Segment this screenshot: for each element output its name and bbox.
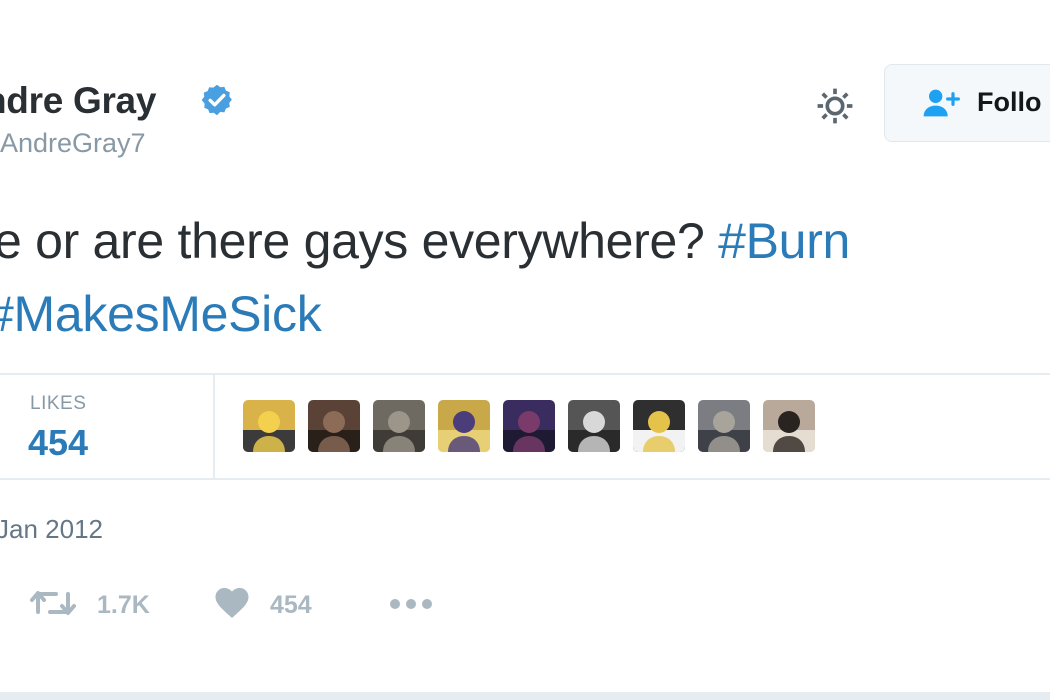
divider (0, 373, 1050, 375)
liker-avatar[interactable] (763, 400, 815, 452)
avatar-image (763, 400, 815, 452)
divider (0, 478, 1050, 480)
tweet-text: e or are there gays everywhere? (0, 213, 719, 269)
like-count: 454 (270, 591, 312, 619)
liker-avatar[interactable] (503, 400, 555, 452)
avatar-image (243, 400, 295, 452)
avatar-image (308, 400, 360, 452)
avatar-image (373, 400, 425, 452)
stats-divider (213, 375, 215, 478)
follow-button-label: Follo (977, 87, 1042, 117)
tweet-text-line-2: #MakesMeSick (0, 285, 322, 343)
liker-avatar[interactable] (438, 400, 490, 452)
likes-label: LIKES (30, 393, 87, 414)
liker-avatar[interactable] (243, 400, 295, 452)
avatar-image (633, 400, 685, 452)
heart-icon (215, 588, 249, 618)
follow-button[interactable]: Follo (884, 64, 1050, 142)
tweet-text-line-1: e or are there gays everywhere? #Burn (0, 212, 850, 270)
likes-count[interactable]: 454 (28, 422, 88, 464)
display-name[interactable]: ndre Gray (0, 80, 156, 122)
retweet-button[interactable] (30, 586, 76, 620)
retweet-icon (30, 591, 76, 615)
more-button[interactable] (388, 597, 434, 611)
liker-avatar[interactable] (568, 400, 620, 452)
retweet-count: 1.7K (97, 591, 150, 619)
hashtag-link-burn[interactable]: #Burn (718, 213, 850, 269)
avatar-image (698, 400, 750, 452)
bottom-border (0, 692, 1050, 700)
verified-badge-icon (201, 84, 232, 116)
avatar-image (568, 400, 620, 452)
hashtag-link-makesmesick[interactable]: #MakesMeSick (0, 286, 322, 342)
user-handle[interactable]: AndreGray7 (0, 128, 146, 159)
like-button[interactable] (214, 586, 250, 620)
tweet-date[interactable]: Jan 2012 (0, 514, 103, 545)
more-icon (390, 599, 432, 609)
add-user-icon (923, 89, 960, 117)
liker-avatar[interactable] (373, 400, 425, 452)
gear-icon[interactable] (813, 84, 857, 128)
liker-avatar[interactable] (633, 400, 685, 452)
user-handle-text: AndreGray7 (0, 128, 146, 158)
liker-avatar[interactable] (308, 400, 360, 452)
liker-avatar[interactable] (698, 400, 750, 452)
avatar-image (438, 400, 490, 452)
avatar-image (503, 400, 555, 452)
